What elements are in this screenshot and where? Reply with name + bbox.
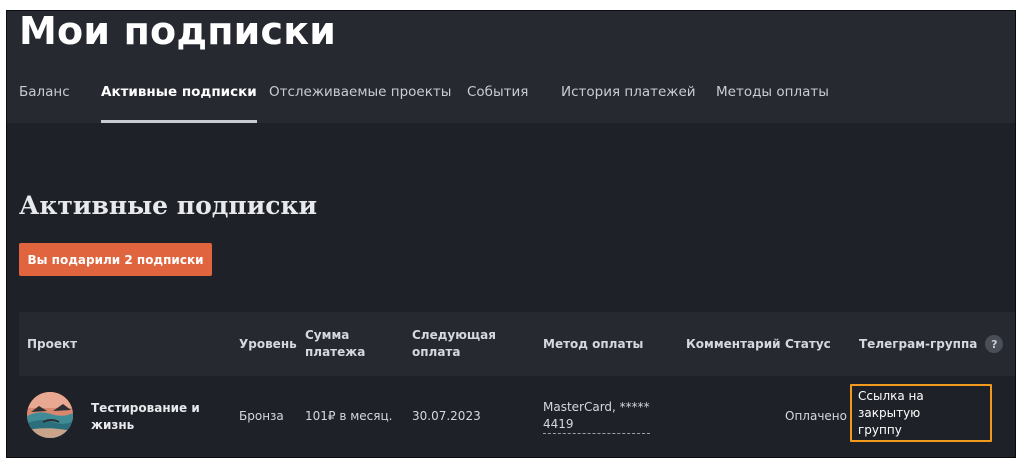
column-header-comment: Комментарий	[686, 336, 781, 351]
column-header-level: Уровень	[239, 336, 297, 351]
payment-method-link[interactable]: MasterCard, ***** 4419	[543, 399, 650, 434]
column-header-project: Проект	[27, 336, 78, 351]
tab-payment-history[interactable]: История платежей	[561, 81, 696, 123]
telegram-group-link-label: Ссылка на закрытую группу	[858, 388, 924, 437]
table-header: Проект Уровень Сумма платежа Следующая о…	[19, 312, 1015, 376]
gifted-subscriptions-button[interactable]: Вы подарили 2 подписки	[19, 243, 212, 276]
app-window: Мои подписки Баланс Активные подписки От…	[6, 10, 1016, 458]
project-name[interactable]: Тестирование и жизнь	[91, 376, 200, 457]
telegram-group-link[interactable]: Ссылка на закрытую группу	[850, 384, 992, 442]
column-header-next-payment: Следующая оплата	[412, 328, 496, 359]
section-title: Активные подписки	[19, 191, 318, 220]
payment-method-cell: MasterCard, ***** 4419	[543, 376, 650, 457]
column-header-amount: Сумма платежа	[305, 328, 366, 359]
tab-events[interactable]: События	[467, 81, 528, 123]
active-tab-indicator	[101, 120, 257, 123]
tab-payment-methods[interactable]: Методы оплаты	[716, 81, 829, 123]
status-cell: Оплачено	[785, 409, 847, 423]
tab-balance[interactable]: Баланс	[19, 81, 70, 123]
column-header-status: Статус	[785, 336, 831, 351]
header: Мои подписки Баланс Активные подписки От…	[7, 11, 1015, 123]
column-header-payment-method: Метод оплаты	[543, 336, 644, 351]
tab-active-subscriptions-label: Активные подписки	[101, 84, 257, 100]
amount-cell: 101₽ в месяц.	[305, 409, 393, 423]
column-header-telegram-group: Телеграм-группа ?	[859, 312, 1004, 376]
next-payment-cell: 30.07.2023	[412, 409, 481, 423]
page-title: Мои подписки	[19, 10, 337, 53]
tab-tracked-projects[interactable]: Отслеживаемые проекты	[269, 81, 451, 123]
table-row: Тестирование и жизнь Бронза 101₽ в месяц…	[19, 376, 1015, 457]
help-icon[interactable]: ?	[985, 335, 1004, 353]
level-cell: Бронза	[239, 409, 284, 423]
tab-active-subscriptions[interactable]: Активные подписки	[101, 81, 257, 123]
project-avatar	[27, 392, 73, 438]
